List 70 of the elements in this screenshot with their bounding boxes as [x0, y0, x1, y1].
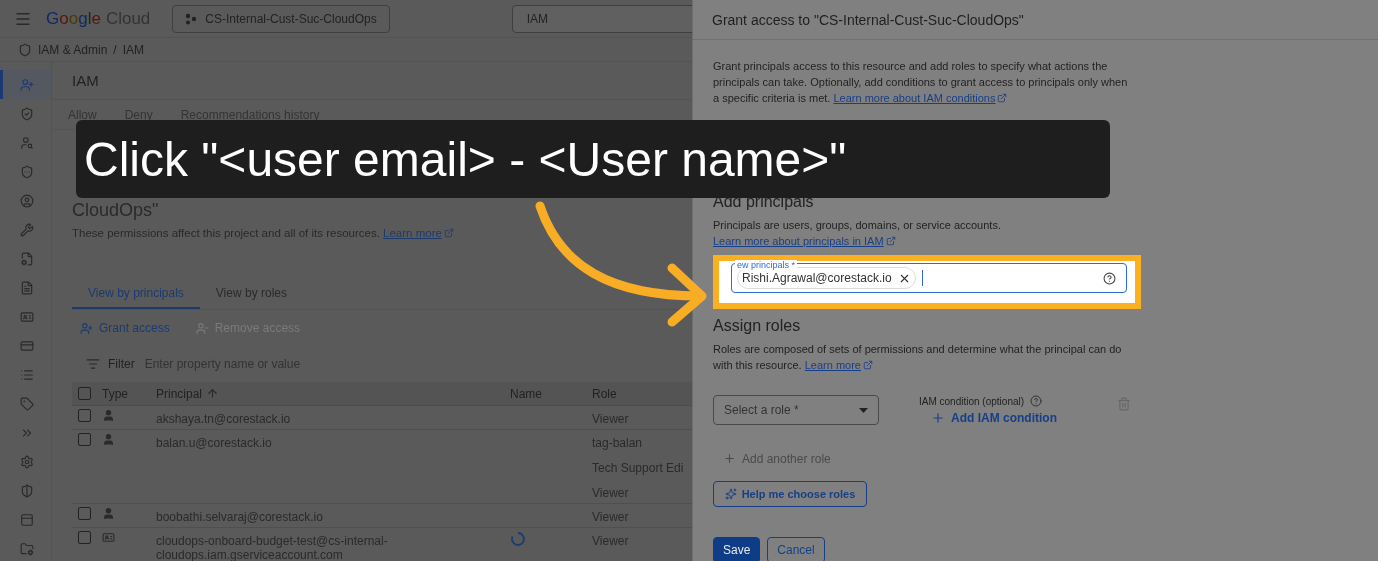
caret-icon	[859, 407, 868, 413]
wrench-icon	[20, 222, 34, 237]
document-icon	[20, 280, 34, 295]
external-link-icon	[885, 236, 896, 246]
folder-gear-icon	[20, 541, 34, 556]
field-label: ew principals *	[735, 260, 798, 270]
cancel-button[interactable]: Cancel	[767, 537, 825, 561]
save-button[interactable]: Save	[713, 537, 761, 561]
id-card-icon	[20, 309, 34, 324]
external-link-icon	[443, 228, 454, 238]
sparkles-icon	[724, 488, 737, 500]
text-cursor	[921, 270, 924, 286]
person-icon	[102, 507, 115, 520]
person-icon	[102, 433, 115, 446]
roles-text: Roles are composed of sets of permissions and determine what the principal can do with this resource. Learn more	[713, 342, 1123, 373]
page-title: IAM	[72, 72, 99, 89]
card-icon	[20, 338, 34, 353]
add-user-icon	[20, 77, 34, 92]
instruction-banner: Click "<user email> - <User name>"	[76, 120, 1110, 198]
help-icon[interactable]	[1103, 271, 1116, 285]
plus-icon	[723, 452, 736, 465]
person-icon	[102, 409, 115, 422]
tag-icon	[20, 396, 34, 411]
help-choose-roles-button[interactable]: Help me choose roles	[713, 481, 867, 507]
plus-icon	[931, 411, 945, 425]
id-card-icon	[102, 531, 115, 544]
shield-icon	[18, 42, 32, 57]
sort-arrow-icon[interactable]	[206, 387, 220, 400]
filter-label: Filter	[108, 357, 135, 371]
trash-icon[interactable]	[1117, 397, 1131, 411]
conditions-link[interactable]: Learn more about IAM conditions	[833, 90, 1008, 106]
intro-text: Grant principals access to this resource and add roles to specify what actions the principals can take. Optionally, add conditions to grant access to principals only when a specific criteria is met. Learn more about IAM conditions	[713, 59, 1129, 106]
condition-label: IAM condition (optional)	[919, 395, 1025, 407]
project-selector[interactable]: CS-Internal-Cust-Suc-CloudOps	[172, 4, 390, 33]
user-search-icon	[20, 135, 34, 150]
row-checkbox[interactable]	[78, 433, 91, 446]
principals-text: Principals are users, groups, domains, or service accounts. Learn more about principals in IAM	[713, 218, 1002, 249]
external-link-icon	[997, 93, 1008, 103]
shield-half-icon	[20, 483, 34, 498]
list-icon	[20, 367, 34, 382]
dialog-title: Grant access to "CS-Internal-Cust-Suc-CloudOps"	[712, 11, 1024, 28]
gear-icon	[20, 454, 34, 469]
row-checkbox[interactable]	[78, 531, 91, 544]
shield-icon	[20, 106, 34, 121]
spinner-icon	[510, 531, 526, 547]
sidebar-item[interactable]	[0, 70, 51, 99]
add-user-icon	[80, 321, 93, 335]
roles-learn-more-link[interactable]: Learn more	[804, 357, 873, 373]
account-icon	[20, 193, 34, 208]
view-tab[interactable]: View by principals	[72, 279, 200, 309]
section-heading: Assign roles	[713, 317, 802, 335]
breadcrumb-separator: /	[113, 42, 117, 57]
shield-dots-icon	[20, 164, 34, 179]
panel-icon	[20, 512, 34, 527]
dots-icon	[185, 12, 198, 25]
principals-link[interactable]: Learn more about principals in IAM	[713, 233, 896, 249]
search-field[interactable]: IAM	[511, 4, 692, 33]
row-checkbox[interactable]	[78, 507, 91, 520]
external-link-icon	[863, 360, 873, 370]
breadcrumb-link[interactable]: IAM & Admin	[38, 42, 108, 57]
add-condition-button[interactable]: Add IAM condition	[931, 411, 1057, 425]
file-gear-icon	[20, 251, 34, 266]
remove-user-icon	[195, 321, 209, 335]
role-select[interactable]: Select a role *	[713, 395, 879, 425]
select-all-checkbox[interactable]	[78, 387, 91, 400]
filter-icon	[86, 357, 100, 371]
row-checkbox[interactable]	[78, 409, 91, 422]
action-button[interactable]: Grant access	[80, 321, 170, 335]
breadcrumb-current: IAM	[122, 42, 145, 57]
learn-more-link[interactable]: Learn more	[383, 227, 454, 239]
